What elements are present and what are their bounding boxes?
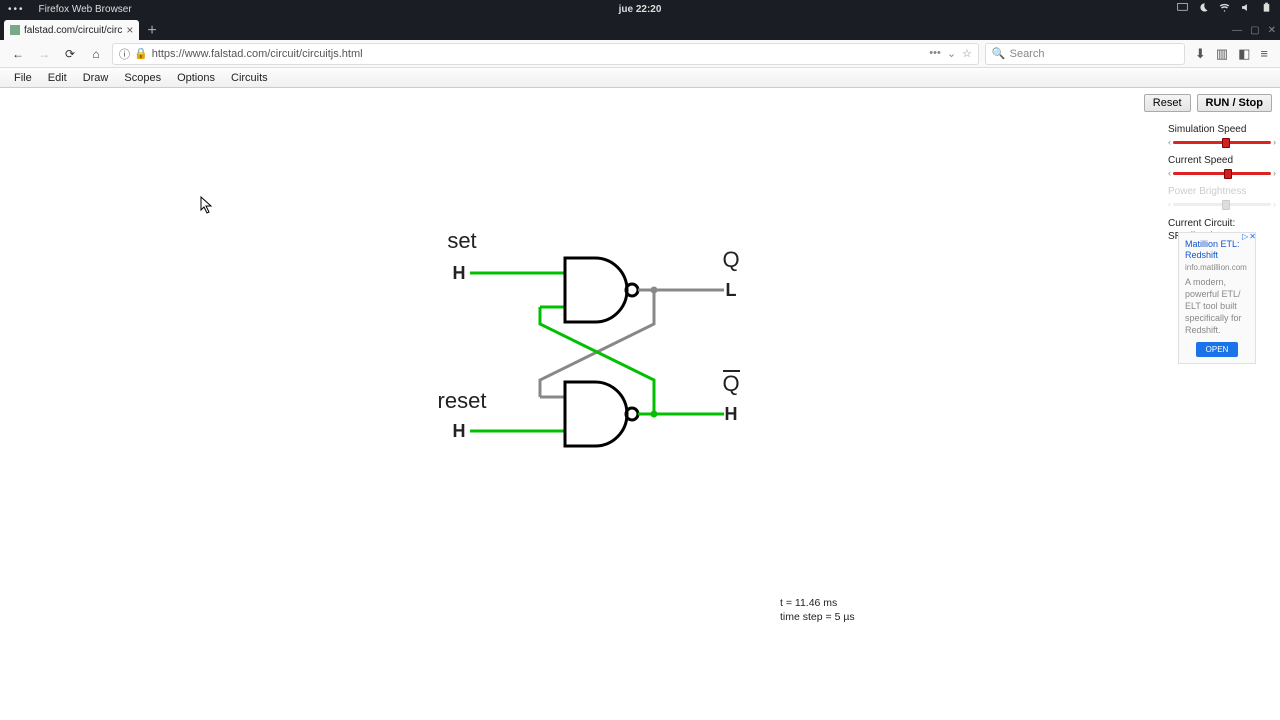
- reset-input-state[interactable]: H: [453, 421, 466, 441]
- mouse-cursor-icon: [200, 196, 214, 214]
- library-icon[interactable]: ▥: [1216, 46, 1228, 62]
- url-field[interactable]: ⓘ 🔒 https://www.falstad.com/circuit/circ…: [112, 43, 979, 65]
- page-actions-icon[interactable]: •••: [929, 47, 941, 60]
- sim-time: t = 11.46 ms: [780, 596, 855, 610]
- ad-close-icon[interactable]: ✕: [1249, 232, 1256, 241]
- search-field[interactable]: 🔍 Search: [985, 43, 1185, 65]
- ad-open-button[interactable]: OPEN: [1196, 342, 1239, 357]
- screen-icon[interactable]: [1177, 2, 1188, 16]
- circuit-diagram[interactable]: set H reset H Q L Q H: [0, 88, 900, 588]
- ad-url: info.matillion.com: [1185, 263, 1249, 272]
- sim-speed-label: Simulation Speed: [1168, 124, 1276, 135]
- back-button[interactable]: ←: [8, 44, 28, 64]
- sim-timestep: time step = 5 µs: [780, 610, 855, 624]
- adchoices-icon[interactable]: ▷: [1242, 232, 1248, 241]
- tab-title: falstad.com/circuit/circ: [24, 25, 122, 36]
- set-input-state[interactable]: H: [453, 263, 466, 283]
- downloads-icon[interactable]: ⬇: [1195, 46, 1206, 62]
- menu-circuits[interactable]: Circuits: [223, 72, 276, 84]
- home-button[interactable]: ⌂: [86, 44, 106, 64]
- reload-button[interactable]: ⟳: [60, 44, 80, 64]
- reset-button[interactable]: Reset: [1144, 94, 1191, 112]
- browser-tab[interactable]: falstad.com/circuit/circ ×: [4, 20, 139, 40]
- os-app-name: Firefox Web Browser: [39, 4, 132, 15]
- wifi-icon[interactable]: [1219, 2, 1230, 16]
- menu-file[interactable]: File: [6, 72, 40, 84]
- ad-box: ▷ ✕ Matillion ETL:Redshift info.matillio…: [1178, 232, 1256, 364]
- current-speed-label: Current Speed: [1168, 155, 1276, 166]
- night-icon[interactable]: [1198, 2, 1209, 16]
- lock-icon: 🔒: [134, 47, 148, 60]
- browser-toolbar: ← → ⟳ ⌂ ⓘ 🔒 https://www.falstad.com/circ…: [0, 40, 1280, 68]
- reset-label: reset: [438, 388, 487, 413]
- pocket-icon[interactable]: ⌄: [947, 47, 956, 60]
- os-clock[interactable]: jue 22:20: [619, 4, 662, 15]
- browser-tabstrip: falstad.com/circuit/circ × + — ▢ ✕: [0, 18, 1280, 40]
- window-close-icon[interactable]: ✕: [1268, 25, 1276, 36]
- canvas-area[interactable]: Reset RUN / Stop Simulation Speed ‹› Cur…: [0, 88, 1280, 720]
- window-minimize-icon[interactable]: —: [1232, 25, 1242, 36]
- qbar-output-label: Q: [722, 371, 739, 396]
- menu-options[interactable]: Options: [169, 72, 223, 84]
- new-tab-button[interactable]: +: [139, 22, 164, 40]
- menu-edit[interactable]: Edit: [40, 72, 75, 84]
- volume-icon[interactable]: [1240, 2, 1251, 16]
- favicon-icon: [10, 25, 20, 35]
- set-label: set: [447, 228, 476, 253]
- current-speed-slider[interactable]: ‹›: [1168, 168, 1276, 178]
- forward-button[interactable]: →: [34, 44, 54, 64]
- q-output-state: L: [726, 280, 737, 300]
- power-brightness-label: Power Brightness: [1168, 186, 1276, 197]
- info-icon[interactable]: ⓘ: [119, 46, 130, 62]
- sidebar-icon[interactable]: ◧: [1238, 46, 1250, 62]
- tab-close-icon[interactable]: ×: [126, 23, 133, 37]
- window-maximize-icon[interactable]: ▢: [1250, 25, 1259, 36]
- q-output-label: Q: [722, 247, 739, 272]
- run-stop-button[interactable]: RUN / Stop: [1197, 94, 1272, 112]
- battery-icon[interactable]: [1261, 2, 1272, 16]
- sim-speed-slider[interactable]: ‹›: [1168, 137, 1276, 147]
- menu-draw[interactable]: Draw: [75, 72, 117, 84]
- menu-scopes[interactable]: Scopes: [116, 72, 169, 84]
- os-top-bar: ••• Firefox Web Browser jue 22:20: [0, 0, 1280, 18]
- app-menu-bar: File Edit Draw Scopes Options Circuits: [0, 68, 1280, 88]
- ad-title[interactable]: Matillion ETL:Redshift: [1185, 239, 1249, 261]
- bookmark-icon[interactable]: ☆: [962, 47, 972, 60]
- qbar-output-state: H: [725, 404, 738, 424]
- search-placeholder: Search: [1010, 48, 1045, 60]
- search-icon: 🔍: [992, 47, 1006, 60]
- sim-status: t = 11.46 ms time step = 5 µs: [780, 596, 855, 624]
- activities-icon[interactable]: •••: [8, 4, 25, 15]
- menu-icon[interactable]: ≡: [1260, 46, 1268, 62]
- url-text: https://www.falstad.com/circuit/circuitj…: [152, 48, 926, 60]
- ad-body: A modern, powerful ETL/ ELT tool built s…: [1185, 276, 1249, 337]
- current-circuit-label: Current Circuit:: [1168, 217, 1276, 230]
- right-panel: Simulation Speed ‹› Current Speed ‹› Pow…: [1168, 124, 1276, 243]
- power-brightness-slider: ‹›: [1168, 199, 1276, 209]
